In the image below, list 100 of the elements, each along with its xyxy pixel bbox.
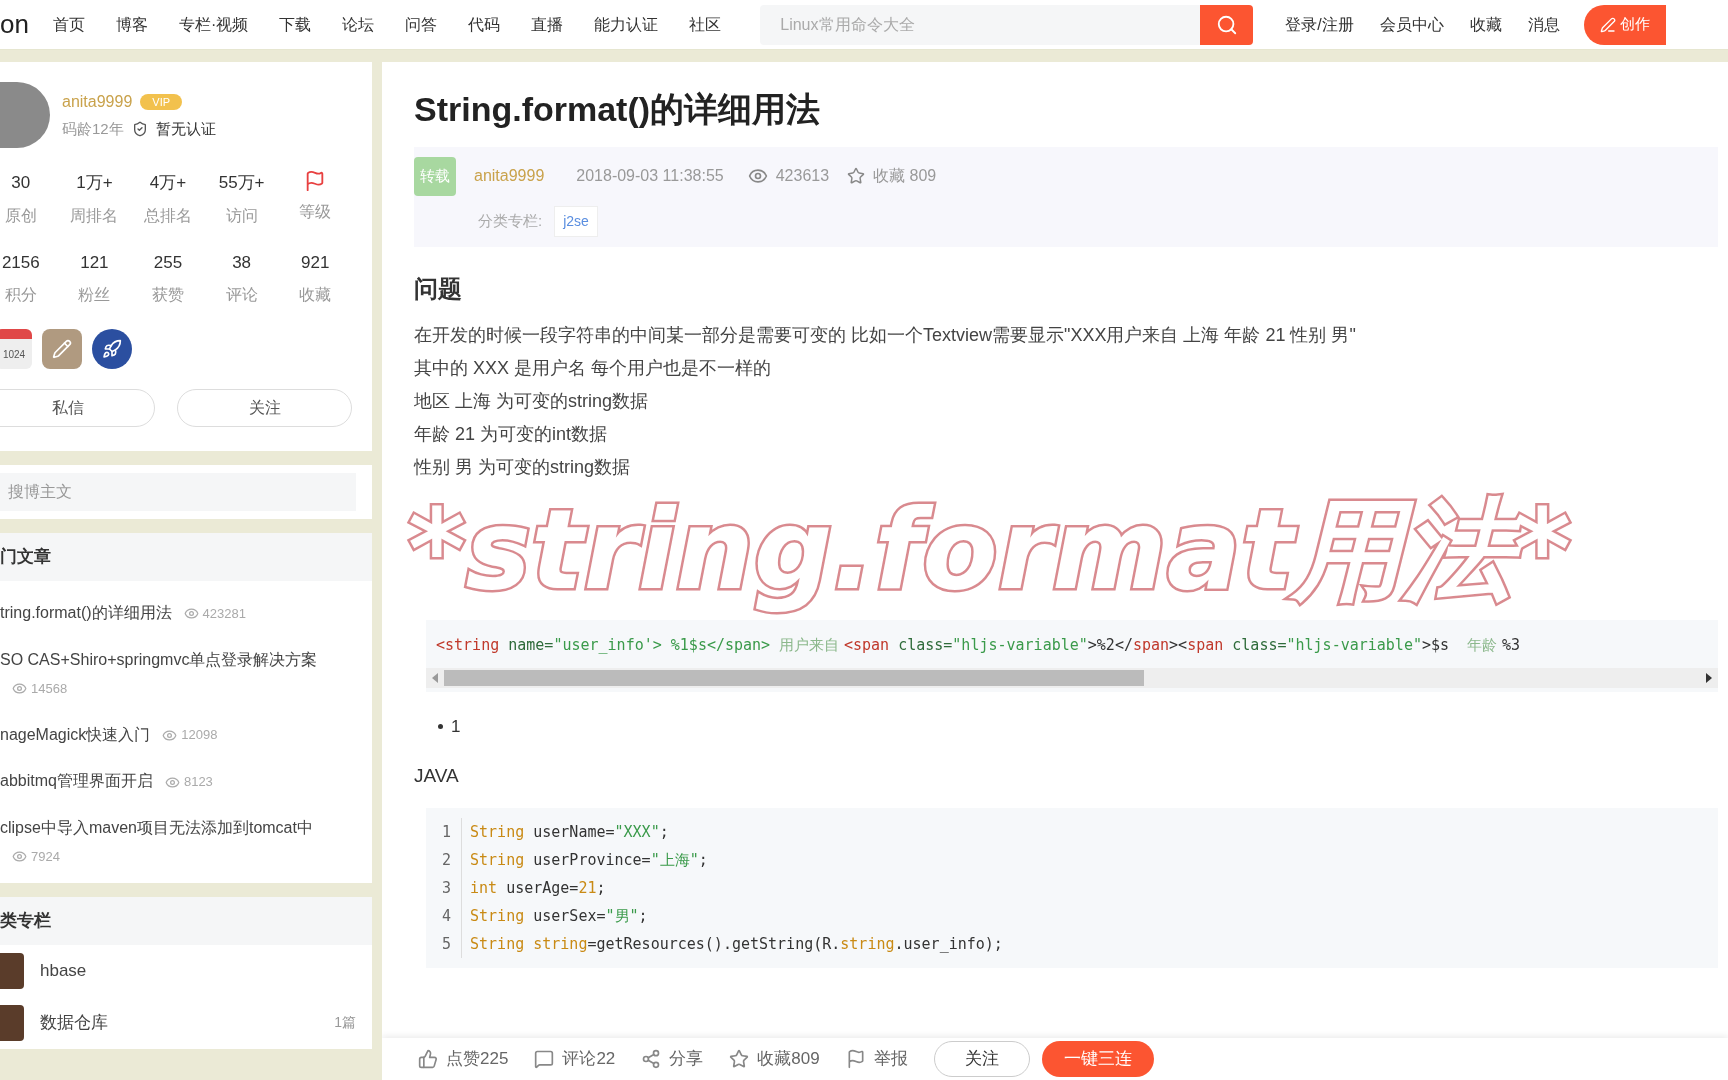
stat-label: 周排名 [70,205,119,226]
hot-article-link[interactable]: nageMagick快速入门 12098 [0,720,372,750]
stat-value: 2156 [1,251,40,274]
article-title: String.format()的详细用法 [414,89,822,130]
line-number: 3 [442,878,452,899]
nav-link[interactable]: 收藏 [1469,12,1502,37]
horizontal-scrollbar[interactable] [426,668,1718,688]
paragraph: 在开发的时候一段字符串的中间某一部分是需要可变的 比如一个Textview需要显示"XXX用户来自 上海 年龄 21 性别 男" [414,323,1357,347]
line-number: 4 [442,906,452,927]
view-count: 423613 [775,166,830,187]
eye-icon [12,849,27,865]
line-number: 1 [442,822,452,843]
code-line: <string name="user_info'> %1$s</span> 用户来自 <span class="hljs-variable">%2</span><span class="hljs-variable">$s 年龄 %3 [435,634,1521,656]
line-number: 5 [442,934,452,955]
nav-link[interactable]: 专栏·视频 [178,12,249,37]
list-item: 1 [451,716,461,738]
eye-icon [164,774,180,790]
stat-value: 1万+ [76,172,113,194]
nav-link[interactable]: 代码 [468,12,501,37]
paragraph: 其中的 XXX 是用户名 每个用户也是不一样的 [414,356,773,380]
search-button[interactable] [1200,4,1254,45]
caption-overlay: *string.format用法* [406,484,1573,616]
category-thumbnail [0,952,24,989]
stat-label: 积分 [4,285,37,305]
eye-icon [162,727,178,743]
certification: 暂无认证 [155,118,216,139]
paragraph: 地区 上海 为可变的string数据 [414,389,650,413]
stat-value: 38 [232,251,252,274]
hot-article-link[interactable]: clipse中导入maven项目无法添加到tomcat中 7924 [0,814,372,871]
category-label: 分类专栏: [478,210,543,231]
nav-link[interactable]: 首页 [52,12,85,37]
star-icon [847,167,866,186]
section-title: 门文章 [0,533,372,581]
calendar-badge-icon: 1024 [0,329,32,369]
stat-label: 总排名 [144,205,192,226]
eye-icon [183,606,199,622]
search-field[interactable]: Linux常用命令大全 [760,4,1201,45]
shield-icon [131,121,148,137]
stat-label: 等级 [299,202,332,222]
stat-value: 121 [80,251,109,274]
hot-article-link[interactable]: tring.format()的详细用法 423281 [0,599,372,628]
code-line: String userProvince="上海"; [470,850,709,871]
stat-value: 4万+ [149,172,187,194]
code-line: String userSex="男"; [470,906,649,927]
scroll-right-icon[interactable] [1706,673,1712,683]
code-line: int userAge=21; [470,878,607,899]
category-link[interactable]: hbase [0,944,372,997]
nav-link[interactable]: 登录/注册 [1285,12,1354,37]
nav-link[interactable]: 论坛 [342,12,375,37]
hot-article-link[interactable]: abbitmq管理界面开启 8123 [0,767,372,797]
hot-article-link[interactable]: SO CAS+Shiro+springmvc单点登录解决方案 14568 [0,645,372,703]
nav-link[interactable]: 会员中心 [1379,12,1444,37]
comment-icon [534,1049,555,1069]
section-title: 类专栏 [0,896,372,945]
toolbar-button[interactable]: 点赞225 [418,1046,509,1072]
toolbar-button[interactable]: 评论22 [534,1046,616,1072]
rocket-badge-icon [92,329,132,369]
publish-date: 2018-09-03 11:38:55 [576,166,724,187]
code-line: String string=getResources().getString(R.string.user_info); [470,934,1003,955]
star-icon [729,1049,750,1069]
paragraph: 性别 男 为可变的string数据 [414,455,632,479]
section-heading: 问题 [414,273,463,304]
stat-label: 访问 [225,205,258,226]
share-icon [641,1049,662,1069]
category-link[interactable]: 数据仓库 1篇 [0,996,372,1049]
sidebar-search-field[interactable]: 搜博主文 [0,473,356,511]
stat-label: 评论 [225,285,258,305]
scroll-left-icon[interactable] [432,673,438,683]
stat-label: 粉丝 [78,285,111,305]
toolbar-button[interactable]: 分享 [641,1046,704,1072]
vip-badge: VIP [140,93,183,110]
nav-link[interactable]: 社区 [689,12,722,37]
stat-value: 55万+ [218,172,265,194]
stat-value: 30 [11,172,31,194]
category-thumbnail [0,1004,24,1041]
account-age: 码龄12年 [62,118,124,139]
bullet-icon [438,724,443,730]
eye-icon [12,681,27,697]
like-icon [418,1049,438,1069]
stat-label: 收藏 [299,285,332,305]
nav-link[interactable]: 博客 [115,12,148,37]
toolbar-button[interactable]: 收藏809 [729,1046,820,1072]
nav-link[interactable]: 问答 [405,12,438,37]
pencil-badge-icon [42,329,82,369]
logo[interactable]: on [0,5,29,44]
favorite-count: 收藏 809 [873,166,937,187]
line-number: 2 [442,850,452,871]
repost-tag: 转载 [414,157,456,196]
language-label: JAVA [414,763,460,788]
nav-link[interactable]: 下载 [279,12,312,37]
avatar [0,82,50,148]
stat-value: 255 [153,251,183,274]
nav-link[interactable]: 能力认证 [594,12,659,37]
stat-value: 921 [301,251,330,274]
nav-link[interactable]: 直播 [531,12,564,37]
toolbar-button[interactable]: 举报 [845,1046,908,1072]
search-icon [1215,13,1238,36]
pen-icon [1599,16,1616,33]
nav-link[interactable]: 消息 [1527,12,1560,37]
paragraph: 年龄 21 为可变的int数据 [414,422,609,446]
